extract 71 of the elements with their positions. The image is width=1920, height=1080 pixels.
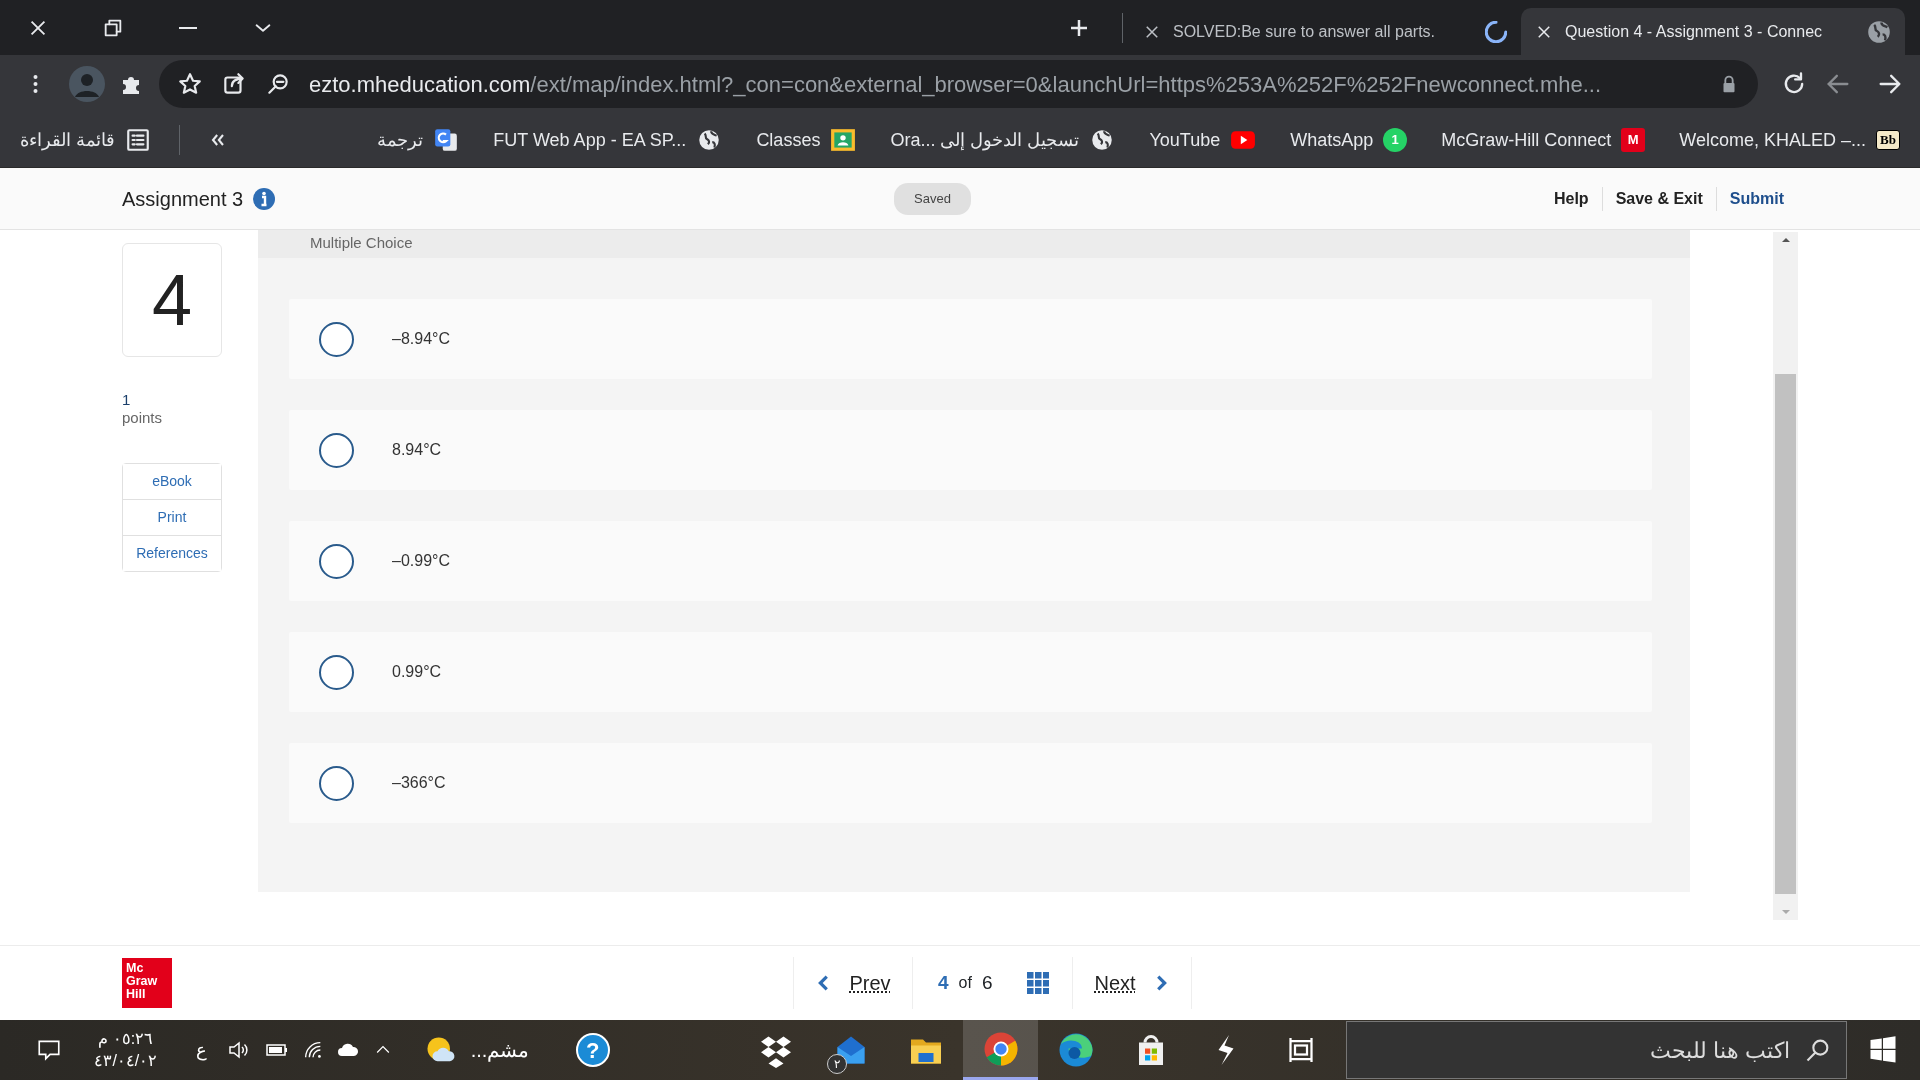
menu-dots-icon	[32, 73, 38, 95]
search-field[interactable]: اكتب هنا للبحث	[1346, 1021, 1847, 1079]
total-pages: 6	[981, 970, 993, 995]
header-link[interactable]: Help	[1540, 186, 1602, 211]
scrollbar-thumb[interactable]	[1775, 374, 1796, 894]
reading-list-button[interactable]: قائمة القراءة	[14, 126, 157, 154]
star-icon[interactable]	[177, 71, 203, 97]
points-label: points	[122, 409, 164, 427]
translate-icon	[433, 127, 460, 153]
help-icon: ?	[575, 1033, 610, 1067]
taskbar-app-button[interactable]: ٢	[813, 1020, 889, 1080]
list-icon	[125, 127, 151, 153]
assignment-title: Assignment 3	[122, 186, 244, 212]
minimize-icon	[178, 26, 197, 29]
site-logo-icon: 1	[1383, 128, 1408, 152]
count-badge: ٢	[827, 1054, 848, 1074]
clock-date: ٤٣/٠٤/٠٢	[94, 1051, 158, 1071]
radio-button[interactable]	[319, 432, 354, 468]
weather-button[interactable]: مشم...	[424, 1020, 530, 1080]
points-value: 1	[122, 391, 132, 409]
zoom-out-icon[interactable]	[265, 71, 291, 97]
header-link[interactable]: Save & Exit	[1601, 186, 1716, 211]
clock-button[interactable]: ٠٥:٢٦ م ٤٣/٠٤/٠٢	[81, 1020, 170, 1080]
page-of-label: of	[958, 973, 972, 993]
current-page: 4	[938, 970, 949, 995]
next-button[interactable]: Next	[1094, 968, 1170, 998]
prev-button[interactable]: Prev	[815, 968, 891, 998]
radio-button[interactable]	[319, 765, 354, 801]
radio-button[interactable]	[319, 543, 354, 579]
option-label: –0.99°C	[392, 551, 450, 571]
classroom-icon	[830, 127, 857, 153]
site-logo-icon: Bb	[1876, 130, 1900, 150]
submit-button[interactable]: Submit	[1715, 186, 1797, 211]
scrollbar[interactable]	[1773, 232, 1798, 920]
tab-title: SOLVED:Be sure to answer all parts.	[1173, 21, 1437, 42]
brand-logo: Mc Graw Hill	[122, 958, 172, 1008]
info-icon[interactable]	[252, 186, 277, 211]
bookmark-item[interactable]: FUT Web App - EA SP...	[487, 126, 729, 154]
site-logo-icon: M	[1621, 128, 1646, 152]
share-icon[interactable]	[221, 71, 247, 97]
chrome-icon	[982, 1030, 1019, 1067]
bookmark-item[interactable]: ترجمة	[371, 126, 466, 154]
bookmark-item[interactable]: McGraw-Hill Connect M	[1435, 126, 1652, 154]
bookmark-item[interactable]: Classes	[750, 126, 863, 154]
windows-logo-icon	[1868, 1035, 1899, 1065]
address-bar[interactable]: ezto.mheducation.com/ext/map/index.html?_con=con&external_browser=0&launchUrl=https%253A%252F%252Fnewconnect.mhe...	[159, 60, 1758, 108]
avatar-icon	[69, 66, 105, 102]
radio-button[interactable]	[319, 321, 354, 357]
option-label: 0.99°C	[392, 662, 442, 682]
bookmark-item[interactable]: Ora... تسجيل الدخول إلى	[884, 126, 1122, 154]
grid-icon	[1026, 972, 1049, 994]
question-type-label: Multiple Choice	[258, 230, 1690, 258]
question-number: 4	[122, 243, 222, 357]
save-status: Saved	[894, 183, 971, 215]
question-grid-button[interactable]	[1026, 972, 1049, 994]
bookmark-item[interactable]: WhatsApp 1	[1284, 126, 1414, 154]
clock-time: ٠٥:٢٦ م	[98, 1029, 154, 1050]
browser-tab[interactable]: Question 4 - Assignment 3 - Connec	[1521, 8, 1905, 55]
tab-title: Question 4 - Assignment 3 - Connec	[1565, 21, 1824, 42]
url-text: ezto.mheducation.com/ext/map/index.html?_con=con&external_browser=0&launchUrl=https%253A%252F%252Fnewconnect.mhe...	[309, 70, 1603, 99]
bookmark-item[interactable]: Welcome, KHALED –... Bb	[1673, 126, 1906, 154]
browser-tab[interactable]: SOLVED:Be sure to answer all parts.	[1129, 8, 1521, 55]
help-button[interactable]: ?	[563, 1020, 623, 1080]
option-label: –8.94°C	[392, 329, 450, 349]
option-label: –366°C	[392, 773, 446, 793]
input-language-button[interactable]: ع	[181, 1020, 221, 1080]
tool-link[interactable]: eBook	[123, 464, 221, 500]
edge-icon	[1057, 1032, 1094, 1068]
bookmark-item[interactable]: YouTube	[1143, 126, 1263, 154]
radio-button[interactable]	[319, 654, 354, 690]
option-label: 8.94°C	[392, 440, 442, 460]
